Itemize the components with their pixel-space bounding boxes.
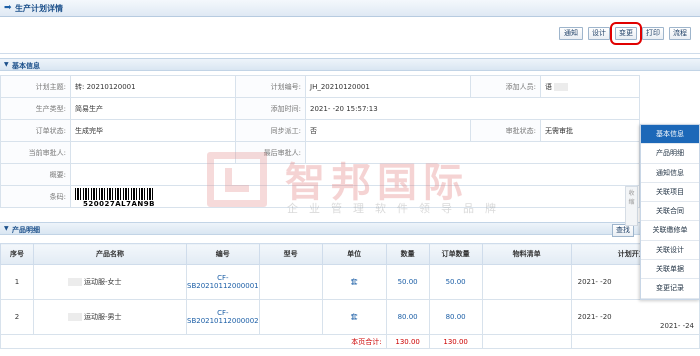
side-nav-notify-info[interactable]: 通知信息 [641,164,699,183]
side-nav-related-docs[interactable]: 关联单据 [641,260,699,280]
side-nav-related-repair[interactable]: 关联缴修单 [641,221,699,241]
totals-row: 本页合计: 130.00 130.00 [0,334,700,349]
table-row[interactable]: 1 运动服-女士 CF- SB20210112000001 套 50.00 50.… [0,264,700,300]
section-title: 产品明细 [12,226,40,234]
col-header: 数量 [385,243,430,265]
barcode-image: 520027AL7AN9B [75,187,155,208]
col-header: 物料清单 [481,243,572,265]
product-name-cell: 运动服-男士 [33,299,187,335]
order-qty-cell: 80.00 [428,299,483,335]
toolbar: 通知 设计 变更 打印 流程 [0,17,700,54]
collapse-triangle-icon: ▼ [4,225,9,232]
notify-button[interactable]: 通知 [559,27,583,40]
product-name-cell: 运动服-女士 [33,264,187,300]
col-header: 型号 [258,243,323,265]
plan-subject-value: 转: 20210120001 [70,75,236,98]
order-status-value: 生成完毕 [70,119,236,142]
col-header: 序号 [0,243,34,265]
model-cell [258,299,323,335]
products-table: 序号 产品名称 编号 型号 单位 数量 订单数量 物料清单 计划开工期 1 运动… [0,243,700,349]
unit-cell: 套 [321,299,387,335]
side-nav-related-design[interactable]: 关联设计 [641,241,699,261]
bom-cell [481,299,572,335]
product-code: SB20210112000002 [187,317,259,325]
last-approver-label: 最后审批人: [235,141,306,164]
qty-cell: 80.00 [385,299,430,335]
adder-name: 语 [545,82,552,91]
product-code-prefix: CF- [217,274,229,282]
row-index: 1 [0,264,34,300]
total-order-qty: 130.00 [428,334,483,349]
order-qty-cell: 50.00 [428,264,483,300]
side-nav-product-detail[interactable]: 产品明细 [641,144,699,164]
empty-cell [570,334,700,349]
print-button[interactable]: 打印 [642,27,664,40]
product-code-cell[interactable]: CF- SB20210112000002 [186,299,260,335]
unit-cell: 套 [321,264,387,300]
add-time-value: 2021- -20 15:57:13 [305,97,640,120]
barcode-label: 条码: [0,185,71,208]
table-row[interactable]: 2 运动服-男士 CF- SB20210112000002 套 80.00 80.… [0,299,700,335]
barcode-cell: 520027AL7AN9B [70,185,640,208]
add-time-label: 添加时间: [235,97,306,120]
product-code: SB20210112000001 [187,282,259,290]
page-title-bar: ➡ 生产计划详情 [0,0,700,17]
products-section-header[interactable]: ▼ 产品明细 [0,222,700,235]
last-approver-value [305,141,640,164]
empty-cell [481,334,572,349]
plan-no-label: 计划编号: [235,75,306,98]
side-nav-change-log[interactable]: 变更记录 [641,279,699,299]
product-name: 运动服-男士 [84,313,122,321]
collapse-panel-toggle[interactable]: 收缩 [625,186,638,226]
basic-info-table: 计划主题: 转: 20210120001 计划编号: JH_2021012000… [0,75,640,208]
adder-label: 添加人员: [470,75,541,98]
basic-info-section-header[interactable]: ▼ 基本信息 [0,58,700,71]
col-header: 编号 [186,243,260,265]
barcode-bars [75,187,155,200]
side-nav-basic-info[interactable]: 基本信息 [641,125,699,145]
summary-label: 概要: [0,163,71,186]
change-button[interactable]: 变更 [610,22,642,45]
product-code-prefix: CF- [217,309,229,317]
row-index: 2 [0,299,34,335]
section-title: 基本信息 [12,62,40,70]
col-header: 订单数量 [428,243,483,265]
approval-status-label: 审批状态: [470,119,541,142]
product-code-cell[interactable]: CF- SB20210112000001 [186,264,260,300]
side-nav-related-contract[interactable]: 关联合同 [641,202,699,222]
partial-date-text: 2021- -24 [660,322,694,330]
redacted-block [554,82,569,91]
col-header: 单位 [321,243,387,265]
model-cell [258,264,323,300]
summary-value [70,163,640,186]
qty-cell: 50.00 [385,264,430,300]
sync-label: 同步派工: [235,119,306,142]
workflow-button[interactable]: 流程 [669,27,691,40]
approval-status-value: 无需审批 [540,119,640,142]
current-approver-value [70,141,236,164]
barcode-text: 520027AL7AN9B [83,199,155,208]
design-button[interactable]: 设计 [588,27,610,40]
redacted-block [68,313,82,321]
prod-type-value: 简易生产 [70,97,236,120]
plan-no-value: JH_20210120001 [305,75,471,98]
bom-cell [481,264,572,300]
collapse-triangle-icon: ▼ [4,61,9,68]
table-header-row: 序号 产品名称 编号 型号 单位 数量 订单数量 物料清单 计划开工期 [0,243,700,265]
side-nav-related-project[interactable]: 关联项目 [641,183,699,203]
totals-label: 本页合计: [0,334,387,349]
current-approver-label: 当前审批人: [0,141,71,164]
plan-subject-label: 计划主题: [0,75,71,98]
arrow-right-icon: ➡ [4,3,12,13]
side-nav-panel: 基本信息 产品明细 通知信息 关联项目 关联合同 关联缴修单 关联设计 关联单据… [640,124,700,300]
redacted-block [68,278,82,286]
adder-value: 语 [540,75,640,98]
order-status-label: 订单状态: [0,119,71,142]
sync-value: 否 [305,119,471,142]
page-title: 生产计划详情 [15,4,63,13]
product-name: 运动服-女士 [84,278,122,286]
total-qty: 130.00 [385,334,430,349]
prod-type-label: 生产类型: [0,97,71,120]
col-header: 产品名称 [33,243,187,265]
